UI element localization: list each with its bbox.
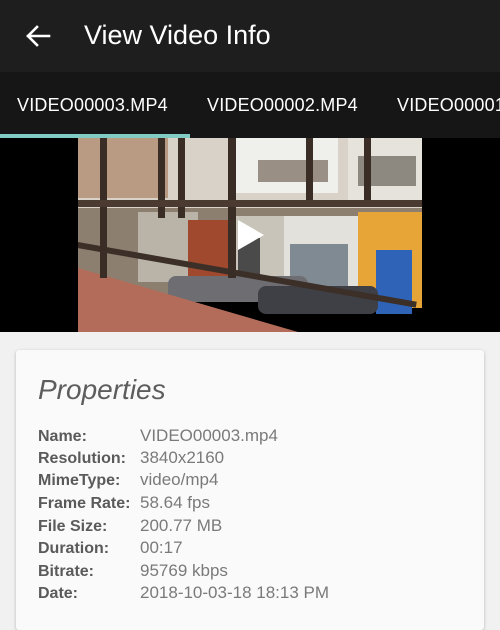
property-value: 3840x2160: [140, 448, 225, 467]
property-key: Frame Rate:: [38, 495, 131, 512]
tab-video00001[interactable]: VIDEO00001.MP4: [397, 72, 500, 138]
property-row-bitrate: Bitrate: 95769 kbps: [38, 561, 478, 585]
property-row-file-size: File Size: 200.77 MB: [38, 516, 478, 540]
video-player[interactable]: [0, 138, 500, 332]
property-key: Resolution:: [38, 450, 126, 467]
property-value: video/mp4: [140, 470, 219, 489]
properties-title: Properties: [38, 374, 166, 405]
tab-video00003[interactable]: VIDEO00003.MP4: [17, 72, 168, 138]
property-row-mimetype: MimeType: video/mp4: [38, 470, 478, 494]
property-key: Name:: [38, 428, 87, 445]
tab-bar: VIDEO00003.MP4 VIDEO00002.MP4 VIDEO00001…: [0, 72, 500, 138]
back-button[interactable]: [22, 20, 54, 52]
property-key: Date:: [38, 585, 79, 602]
property-row-frame-rate: Frame Rate: 58.64 fps: [38, 493, 478, 517]
property-value: 95769 kbps: [140, 561, 228, 580]
property-value: 200.77 MB: [140, 516, 223, 535]
arrow-left-icon: [26, 25, 51, 47]
property-key: MimeType:: [38, 472, 121, 489]
page-title: View Video Info: [84, 20, 271, 50]
property-row-resolution: Resolution: 3840x2160: [38, 448, 478, 472]
properties-card: Properties Name: VIDEO00003.mp4 Resoluti…: [16, 350, 484, 630]
property-key: Bitrate:: [38, 563, 95, 580]
property-value: 00:17: [140, 538, 183, 557]
play-icon[interactable]: [236, 218, 266, 252]
property-value: VIDEO00003.mp4: [140, 426, 278, 445]
property-key: File Size:: [38, 518, 108, 535]
property-row-name: Name: VIDEO00003.mp4: [38, 426, 478, 450]
property-row-duration: Duration: 00:17: [38, 538, 478, 562]
property-key: Duration:: [38, 540, 110, 557]
tab-video00002[interactable]: VIDEO00002.MP4: [207, 72, 358, 138]
property-value: 58.64 fps: [140, 493, 210, 512]
app-bar: View Video Info: [0, 0, 500, 72]
property-row-date: Date: 2018-10-03-18 18:13 PM: [38, 583, 478, 607]
property-value: 2018-10-03-18 18:13 PM: [140, 583, 330, 602]
